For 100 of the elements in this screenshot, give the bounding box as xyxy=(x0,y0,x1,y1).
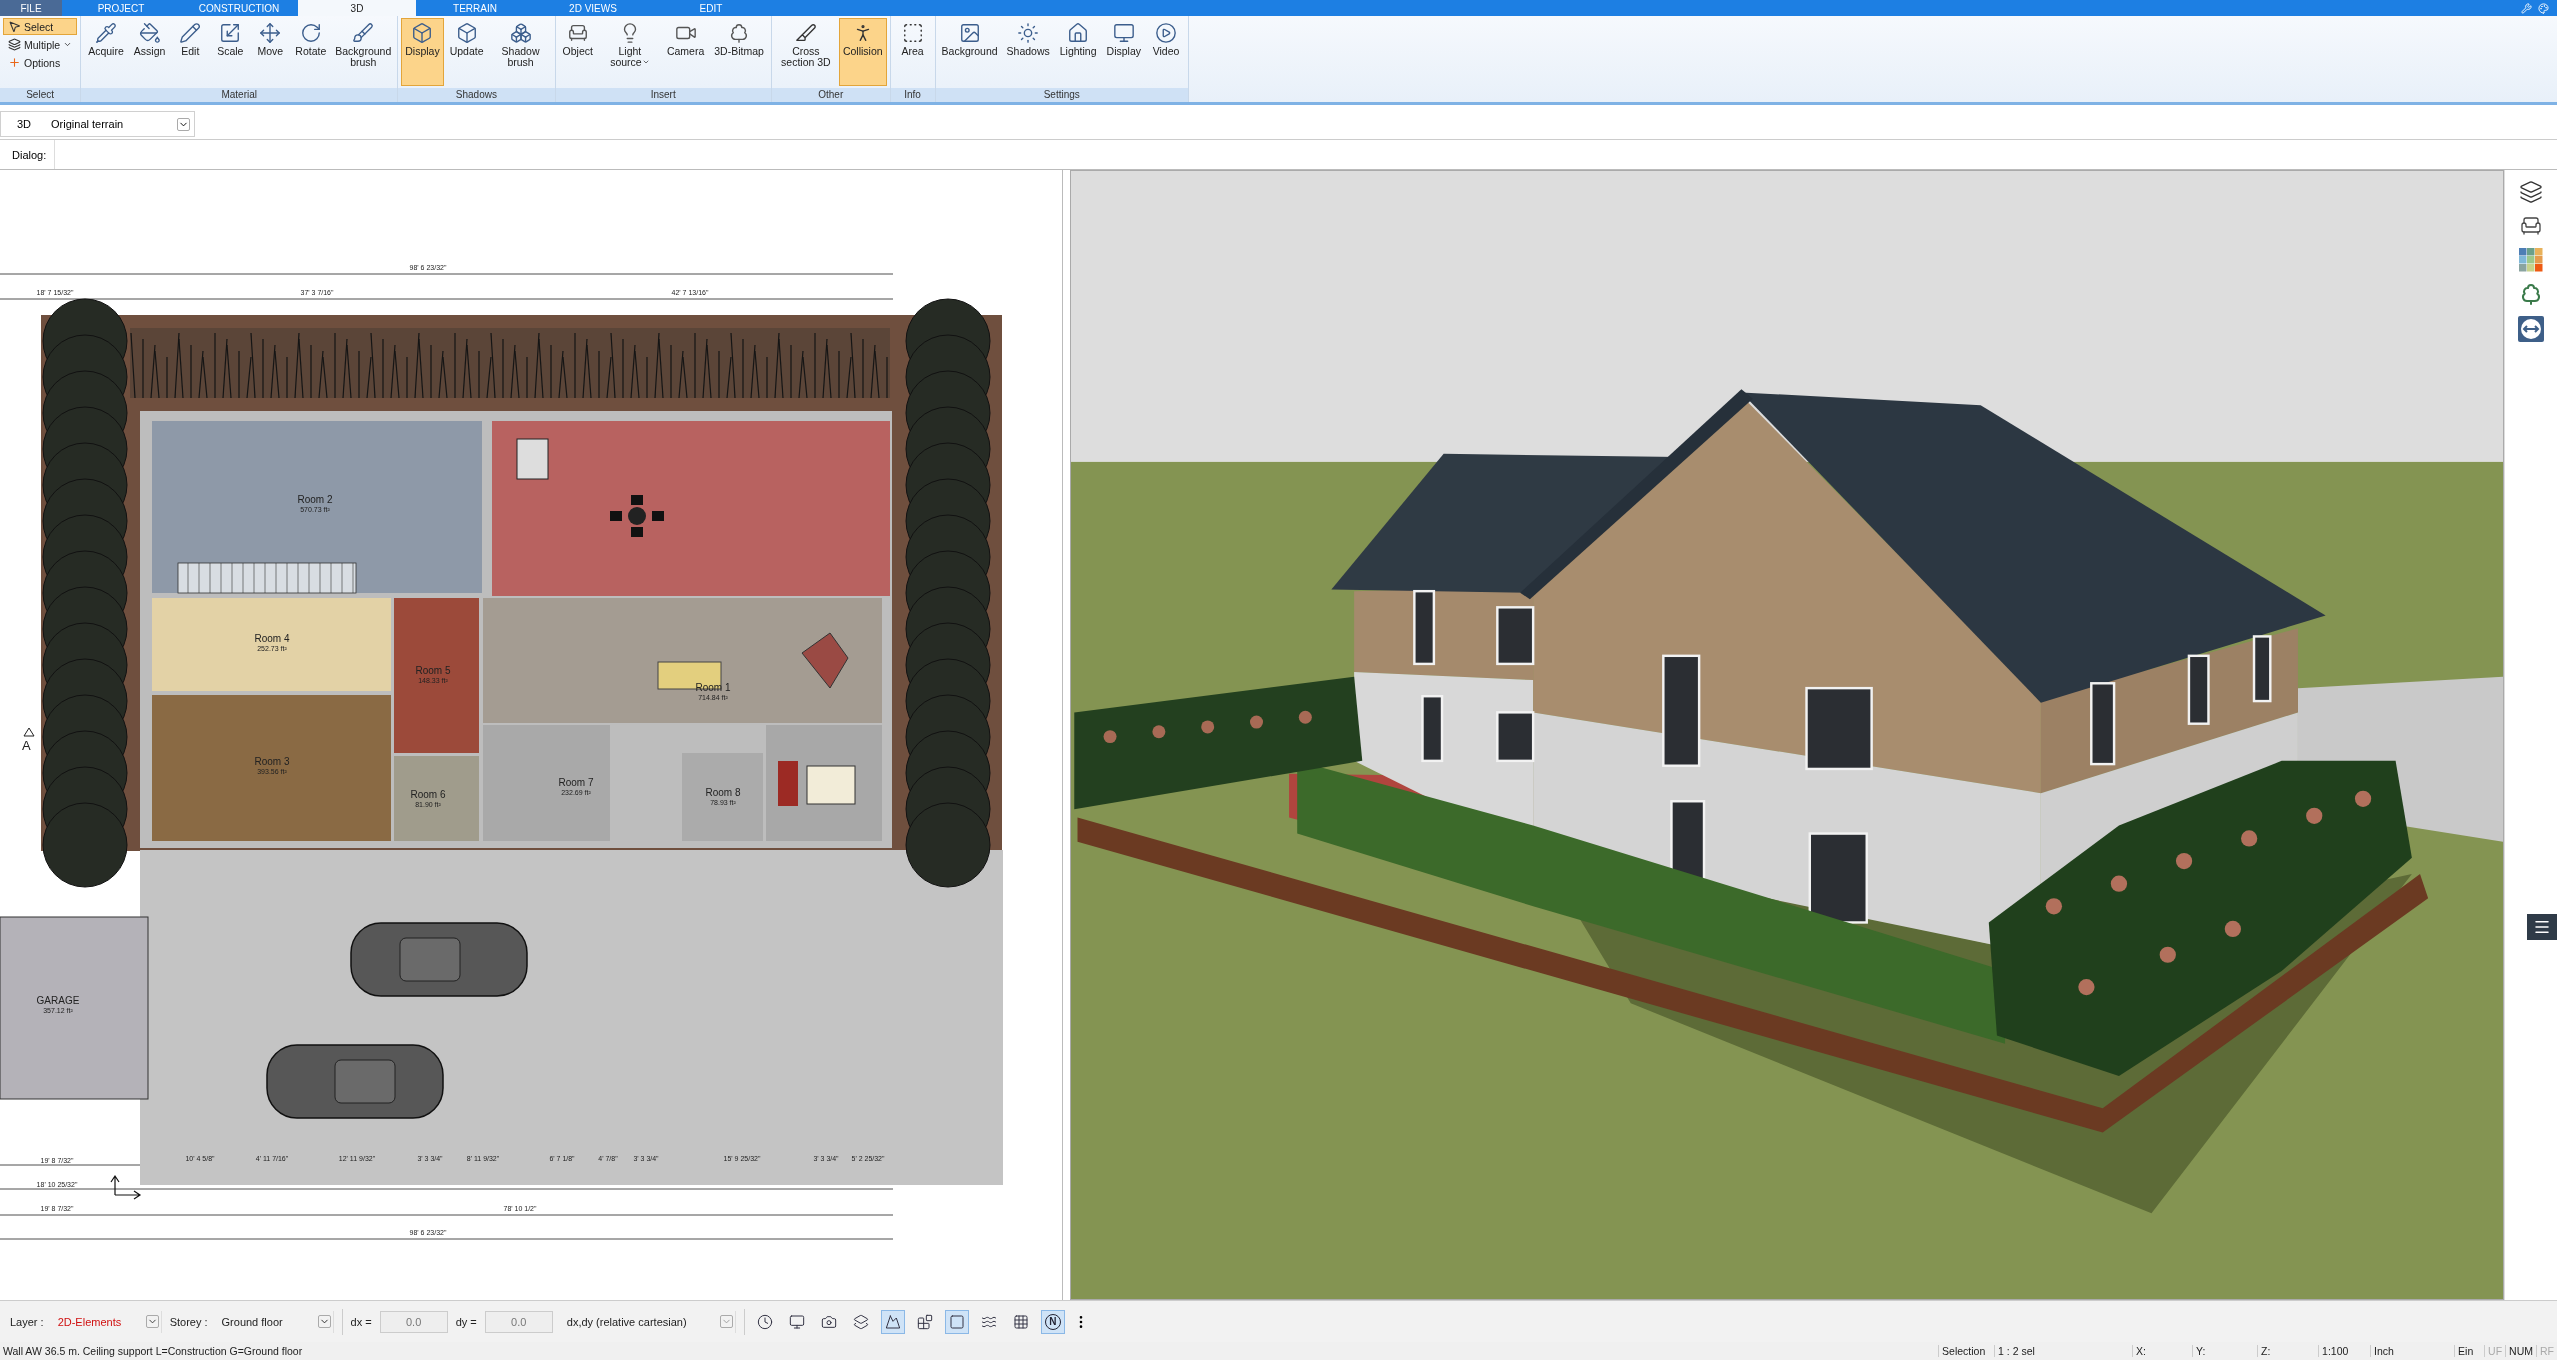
cubes-icon xyxy=(509,22,532,44)
status-field: 1:100 xyxy=(2318,1345,2371,1357)
monitor-icon xyxy=(788,1313,805,1330)
ribbon-button[interactable]: Shadows xyxy=(1002,18,1054,86)
grid-icon xyxy=(1012,1313,1029,1330)
ribbon-button[interactable]: Display xyxy=(1102,18,1145,86)
brush-icon xyxy=(352,22,375,44)
color-grid-icon[interactable] xyxy=(2519,248,2543,272)
wrench-icon[interactable] xyxy=(2521,2,2532,14)
menu-tab[interactable]: EDIT xyxy=(652,0,770,16)
layer-select[interactable]: 2D-Elements xyxy=(51,1310,162,1333)
house-icon xyxy=(1067,22,1090,44)
ribbon-button[interactable]: Collision xyxy=(838,18,887,86)
storey-select[interactable]: Ground floor xyxy=(215,1310,334,1333)
patio-table-drawing xyxy=(610,495,664,537)
ribbon-button[interactable]: Edit xyxy=(171,18,210,86)
ribbon-button[interactable]: Light source xyxy=(598,18,661,86)
tool-button[interactable]: N xyxy=(1040,1309,1065,1334)
section-marker-icon xyxy=(23,727,35,737)
menu-tab[interactable]: PROJECT xyxy=(62,0,180,16)
dx-label: dx = xyxy=(350,1315,372,1328)
paint-bucket-icon xyxy=(138,22,161,44)
status-indicator: UF xyxy=(2484,1345,2506,1357)
status-field: Z: xyxy=(2257,1345,2319,1357)
sun-icon xyxy=(1017,22,1040,44)
status-message: Wall AW 36.5 m. Ceiling support L=Construction G=Ground floor xyxy=(2,1345,304,1357)
square-dashed-icon xyxy=(901,22,924,44)
room-name: Room 4 xyxy=(254,633,290,644)
status-field: Y: xyxy=(2192,1345,2258,1357)
menu-tab[interactable]: FILE xyxy=(0,0,62,16)
sofa-drawing xyxy=(778,761,798,806)
menu-tab[interactable]: 2D VIEWS xyxy=(534,0,652,16)
chair-icon xyxy=(566,22,589,44)
arrows-icon[interactable] xyxy=(2518,316,2544,342)
blocks-icon xyxy=(916,1313,933,1330)
ribbon-button[interactable]: Shadow brush xyxy=(489,18,552,86)
group-label: Info xyxy=(890,88,935,102)
status-field: X: xyxy=(2132,1345,2193,1357)
room-name: Room 3 xyxy=(254,756,290,767)
menu-tab[interactable]: TERRAIN xyxy=(416,0,534,16)
group-label: Select xyxy=(0,88,81,102)
room-name: Room 6 xyxy=(410,789,446,800)
ribbon-button[interactable]: Options xyxy=(3,54,78,71)
ribbon-button[interactable]: Background xyxy=(938,18,1001,86)
ribbon-button[interactable]: Rotate xyxy=(291,18,331,86)
menu-tab[interactable]: CONSTRUCTION xyxy=(180,0,298,16)
menu-button[interactable] xyxy=(2527,914,2557,940)
ribbon-button[interactable]: Cross section 3D xyxy=(774,18,837,86)
coffee-table-drawing xyxy=(806,765,856,805)
ribbon-button[interactable]: Scale xyxy=(211,18,250,86)
monitor-icon xyxy=(1112,22,1135,44)
group-label: Material xyxy=(81,88,398,102)
menu-tab[interactable]: 3D xyxy=(298,0,416,16)
dialog-label: Dialog: xyxy=(0,140,56,169)
pencil-icon xyxy=(179,22,202,44)
pointer-icon xyxy=(8,20,21,33)
ribbon-button[interactable]: Video xyxy=(1147,18,1185,86)
mode-select[interactable]: dx,dy (relative cartesian) xyxy=(560,1310,736,1333)
ribbon-button[interactable]: Acquire xyxy=(84,18,128,86)
ribbon-button[interactable]: Camera xyxy=(662,18,709,86)
layers-icon[interactable] xyxy=(2519,180,2543,204)
play-icon xyxy=(1155,22,1177,44)
palette-icon[interactable] xyxy=(2538,2,2549,14)
dy-label: dy = xyxy=(455,1315,477,1328)
rotate-icon xyxy=(299,22,322,44)
ribbon-button[interactable]: Select xyxy=(3,18,78,35)
slice-icon xyxy=(794,22,817,44)
image-icon xyxy=(958,22,981,44)
storey-label: Storey : xyxy=(169,1315,208,1328)
ribbon-button[interactable]: Multiple xyxy=(3,36,78,53)
room-name: Room 1 xyxy=(695,682,731,693)
ribbon-button[interactable]: Assign xyxy=(129,18,170,86)
ribbon-button[interactable]: Area xyxy=(893,18,932,86)
layer-label: Layer : xyxy=(10,1315,44,1328)
dy-field[interactable]: 0.0 xyxy=(484,1310,553,1333)
room-name: Room 8 xyxy=(705,787,741,798)
ribbon-button[interactable]: Move xyxy=(251,18,290,86)
ribbon-button[interactable]: Lighting xyxy=(1055,18,1101,86)
tool-button[interactable] xyxy=(880,1309,905,1334)
status-field: Selection xyxy=(1938,1345,1995,1357)
status-indicator: NUM xyxy=(2505,1345,2536,1357)
layers-icon xyxy=(8,38,21,51)
tree-icon[interactable] xyxy=(2519,282,2543,306)
dx-field[interactable]: 0.0 xyxy=(379,1310,448,1333)
ribbon-button[interactable]: Display xyxy=(401,18,444,86)
terrain-select[interactable]: 3D Original terrain xyxy=(0,111,195,137)
move-icon xyxy=(259,22,282,44)
room-name: Room 7 xyxy=(558,777,594,788)
pipette-icon xyxy=(95,22,117,44)
camera-icon xyxy=(820,1313,837,1330)
ribbon-button[interactable]: Update xyxy=(445,18,488,86)
scaling-icon xyxy=(219,22,242,44)
cube-icon xyxy=(411,22,434,44)
room-name: Room 2 xyxy=(297,494,333,505)
ribbon-button[interactable]: Object xyxy=(558,18,597,86)
ribbon-button[interactable]: 3D-Bitmap xyxy=(710,18,768,86)
room-name: GARAGE xyxy=(36,995,80,1006)
status-field: 1 : 2 sel xyxy=(1994,1345,2133,1357)
menu-icon xyxy=(2533,918,2551,936)
ribbon-button[interactable]: Background brush xyxy=(332,18,395,86)
